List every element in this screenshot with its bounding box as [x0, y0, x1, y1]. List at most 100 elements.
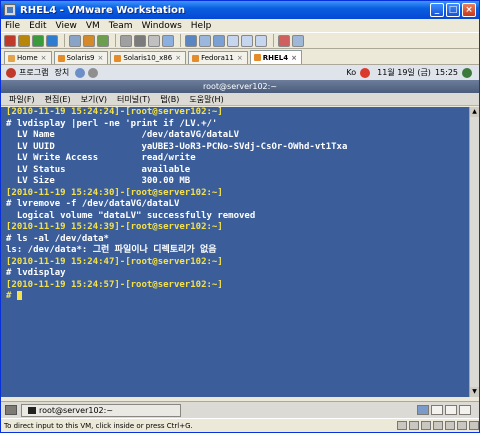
- terminal-line: [2010-11-19 15:24:57]-[root@server102:~]: [6, 280, 469, 292]
- clone-icon[interactable]: [148, 34, 160, 47]
- tab-close-icon[interactable]: ×: [41, 54, 47, 62]
- taskbar-terminal-button[interactable]: root@server102:~: [21, 403, 181, 417]
- menu-help[interactable]: Help: [191, 21, 212, 31]
- tab-rhel4[interactable]: RHEL4 ×: [249, 50, 302, 64]
- terminal-text: # ls -al /dev/data*: [6, 233, 109, 244]
- revert-snapshot-icon[interactable]: [83, 34, 95, 47]
- reset-icon[interactable]: [46, 34, 58, 47]
- terminal-scrollbar[interactable]: ▲ ▼: [469, 107, 479, 397]
- terminal-text: [2010-11-19 15:24:24]-[: [6, 107, 131, 117]
- replay-icon[interactable]: [134, 34, 146, 47]
- terminal-line: [2010-11-19 15:24:47]-[root@server102:~]: [6, 257, 469, 269]
- menu-team[interactable]: Team: [109, 21, 133, 31]
- terminal-cursor: [16, 291, 22, 300]
- tab-close-icon[interactable]: ×: [175, 54, 181, 62]
- show-desktop-icon[interactable]: [5, 405, 17, 415]
- workspace-switcher[interactable]: [415, 405, 471, 415]
- terminal-output[interactable]: [2010-11-19 15:24:24]-[root@server102:~]…: [1, 107, 469, 397]
- menu-windows[interactable]: Windows: [142, 21, 182, 31]
- menu-file[interactable]: File: [5, 21, 20, 31]
- suspend-icon[interactable]: [18, 34, 30, 47]
- maximize-button[interactable]: □: [446, 3, 460, 17]
- floppy-icon[interactable]: [421, 421, 431, 430]
- minimize-button[interactable]: _: [430, 3, 444, 17]
- settings-icon[interactable]: [278, 34, 290, 47]
- hdd-icon[interactable]: [397, 421, 407, 430]
- tab-label: Solaris9: [66, 54, 95, 62]
- terminal-menu-help[interactable]: 도움말(H): [189, 94, 223, 105]
- unity-icon[interactable]: [213, 34, 225, 47]
- workspace-4[interactable]: [459, 405, 471, 415]
- tab-solaris9[interactable]: Solaris9 ×: [53, 51, 109, 64]
- scroll-down-arrow[interactable]: ▼: [470, 387, 479, 397]
- terminal-line: #: [6, 291, 469, 303]
- terminal-line: # ls -al /dev/data*: [6, 234, 469, 246]
- terminal-line: # lvdisplay: [6, 268, 469, 280]
- tab-solaris10[interactable]: Solaris10_x86 ×: [110, 51, 187, 64]
- tab-label: Solaris10_x86: [123, 54, 173, 62]
- terminal-text: LV UUID yaUBE3-UoR3-PCNo-SVdj-CsOr-OWhd-…: [6, 141, 348, 152]
- terminal-text: LV Status available: [6, 164, 191, 175]
- close-button[interactable]: ×: [462, 3, 476, 17]
- tab-close-icon[interactable]: ×: [237, 54, 243, 62]
- cdrom-icon[interactable]: [409, 421, 419, 430]
- network-icon[interactable]: [462, 67, 472, 78]
- terminal-line: [2010-11-19 15:24:24]-[root@server102:~]: [6, 107, 469, 119]
- terminal-title-bar: root@server102:~: [1, 80, 479, 93]
- terminal-text: LV Name /dev/dataVG/dataLV: [6, 130, 239, 140]
- workspace-3[interactable]: [445, 405, 457, 415]
- preferences-icon[interactable]: [292, 34, 304, 47]
- message-log-icon[interactable]: [469, 421, 479, 430]
- full-screen-icon[interactable]: [185, 34, 197, 47]
- tab-fedora11[interactable]: Fedora11 ×: [188, 51, 248, 64]
- terminal-menu-terminal[interactable]: 터미널(T): [117, 94, 150, 105]
- input-method-indicator[interactable]: Ko: [346, 68, 356, 77]
- status-bar: To direct input to this VM, click inside…: [1, 418, 479, 432]
- terminal-line: LV UUID yaUBE3-UoR3-PCNo-SVdj-CsOr-OWhd-…: [6, 142, 469, 154]
- terminal-text: ]: [217, 187, 223, 198]
- tab-home[interactable]: Home ×: [4, 51, 52, 64]
- terminal-launcher-icon[interactable]: [88, 67, 99, 78]
- title-bar[interactable]: RHEL4 - VMware Workstation _ □ ×: [1, 1, 479, 19]
- snapshot-manager-icon[interactable]: [97, 34, 109, 47]
- applications-menu[interactable]: 프로그램: [19, 67, 48, 78]
- vm-icon: [57, 54, 65, 62]
- terminal-menu-edit[interactable]: 편집(E): [45, 94, 71, 105]
- snapshot-icon[interactable]: [69, 34, 81, 47]
- workspace-2[interactable]: [431, 405, 443, 415]
- menu-vm[interactable]: VM: [86, 21, 100, 31]
- terminal-menu-file[interactable]: 파일(F): [9, 94, 35, 105]
- terminal-text: [2010-11-19 15:24:39]-[: [6, 222, 131, 232]
- window-title: RHEL4 - VMware Workstation: [20, 4, 186, 16]
- power-off-icon[interactable]: [4, 34, 16, 47]
- scroll-up-arrow[interactable]: ▲: [470, 107, 479, 117]
- places-menu[interactable]: 장치: [54, 67, 69, 78]
- terminal-menu-tabs[interactable]: 탭(B): [160, 94, 179, 105]
- power-on-icon[interactable]: [32, 34, 44, 47]
- browser-icon[interactable]: [75, 67, 86, 78]
- workspace-1[interactable]: [417, 405, 429, 415]
- menu-edit[interactable]: Edit: [29, 21, 46, 31]
- console-view-icon[interactable]: [227, 34, 239, 47]
- toolbar-separator: [180, 34, 181, 47]
- sound-icon[interactable]: [457, 421, 467, 430]
- summary-view-icon[interactable]: [241, 34, 253, 47]
- record-icon[interactable]: [120, 34, 132, 47]
- terminal-text: ]: [217, 279, 223, 290]
- terminal-line: [2010-11-19 15:24:39]-[root@server102:~]: [6, 222, 469, 234]
- usb-icon[interactable]: [445, 421, 455, 430]
- menu-view[interactable]: View: [56, 21, 77, 31]
- tab-close-icon[interactable]: ×: [97, 54, 103, 62]
- toolbar: [1, 32, 479, 49]
- network-adapter-icon[interactable]: [433, 421, 443, 430]
- redhat-icon[interactable]: [6, 67, 16, 78]
- team-icon[interactable]: [162, 34, 174, 47]
- update-alert-icon[interactable]: [360, 67, 371, 78]
- appliance-view-icon[interactable]: [255, 34, 267, 47]
- quick-switch-icon[interactable]: [199, 34, 211, 47]
- panel-time[interactable]: 15:25: [435, 68, 458, 77]
- tab-close-icon[interactable]: ×: [291, 54, 297, 62]
- panel-date[interactable]: 11월 19일 (금): [377, 67, 431, 78]
- terminal-menu-view[interactable]: 보기(V): [81, 94, 107, 105]
- terminal-text: ls: /dev/data*: 그런 파일이나 디렉토리가 없음: [6, 245, 217, 255]
